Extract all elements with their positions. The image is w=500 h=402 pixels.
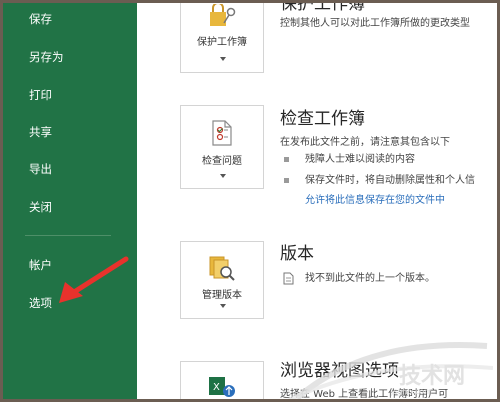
protect-workbook-button[interactable]: 保护工作簿 [180, 3, 264, 73]
chevron-down-icon [220, 57, 226, 61]
protect-workbook-label: 保护工作簿 [197, 37, 247, 48]
backstage-window: 保存 另存为 打印 共享 导出 关闭 帐户 选项 保护工作簿 保护工作簿 控制其… [3, 3, 497, 399]
browser-view-options-button[interactable]: X [180, 361, 264, 399]
inspect-bullet-accessibility: 残障人士难以阅读的内容 [305, 154, 415, 165]
manage-versions-icon [209, 256, 235, 281]
chevron-down-icon [220, 174, 226, 178]
bullet-icon [284, 157, 289, 162]
protect-workbook-title: 保护工作簿 [280, 3, 365, 14]
document-icon [283, 272, 294, 285]
allow-save-info-link[interactable]: 允许将此信息保存在您的文件中 [305, 194, 445, 207]
browser-view-title: 浏览器视图选项 [280, 361, 399, 381]
inspect-bullet-properties: 保存文件时，将自动删除属性和个人信 [305, 175, 475, 186]
chevron-down-icon [220, 304, 226, 308]
browser-view-description: 选择在 Web 上查看此工作簿时用户可 [280, 389, 449, 399]
inspect-issues-label: 检查问题 [202, 156, 242, 167]
excel-browser-icon: X [209, 377, 235, 397]
inspect-document-icon [212, 120, 232, 146]
inspect-issues-button[interactable]: 检查问题 [180, 105, 264, 189]
lock-key-icon [210, 4, 236, 26]
manage-versions-button[interactable]: 管理版本 [180, 241, 264, 319]
bullet-icon [284, 178, 289, 183]
inspect-workbook-title: 检查工作簿 [280, 109, 365, 129]
svg-text:X: X [213, 382, 220, 393]
manage-versions-label: 管理版本 [202, 290, 242, 301]
info-panel: 保护工作簿 保护工作簿 控制其他人可以对此工作簿所做的更改类型 检查问题 检查工… [137, 3, 497, 399]
versions-note: 找不到此文件的上一个版本。 [305, 273, 435, 284]
versions-title: 版本 [280, 244, 314, 264]
inspect-workbook-description: 在发布此文件之前，请注意其包含以下 [280, 137, 450, 148]
protect-workbook-description: 控制其他人可以对此工作簿所做的更改类型 [280, 18, 470, 29]
annotation-arrow [59, 256, 129, 303]
